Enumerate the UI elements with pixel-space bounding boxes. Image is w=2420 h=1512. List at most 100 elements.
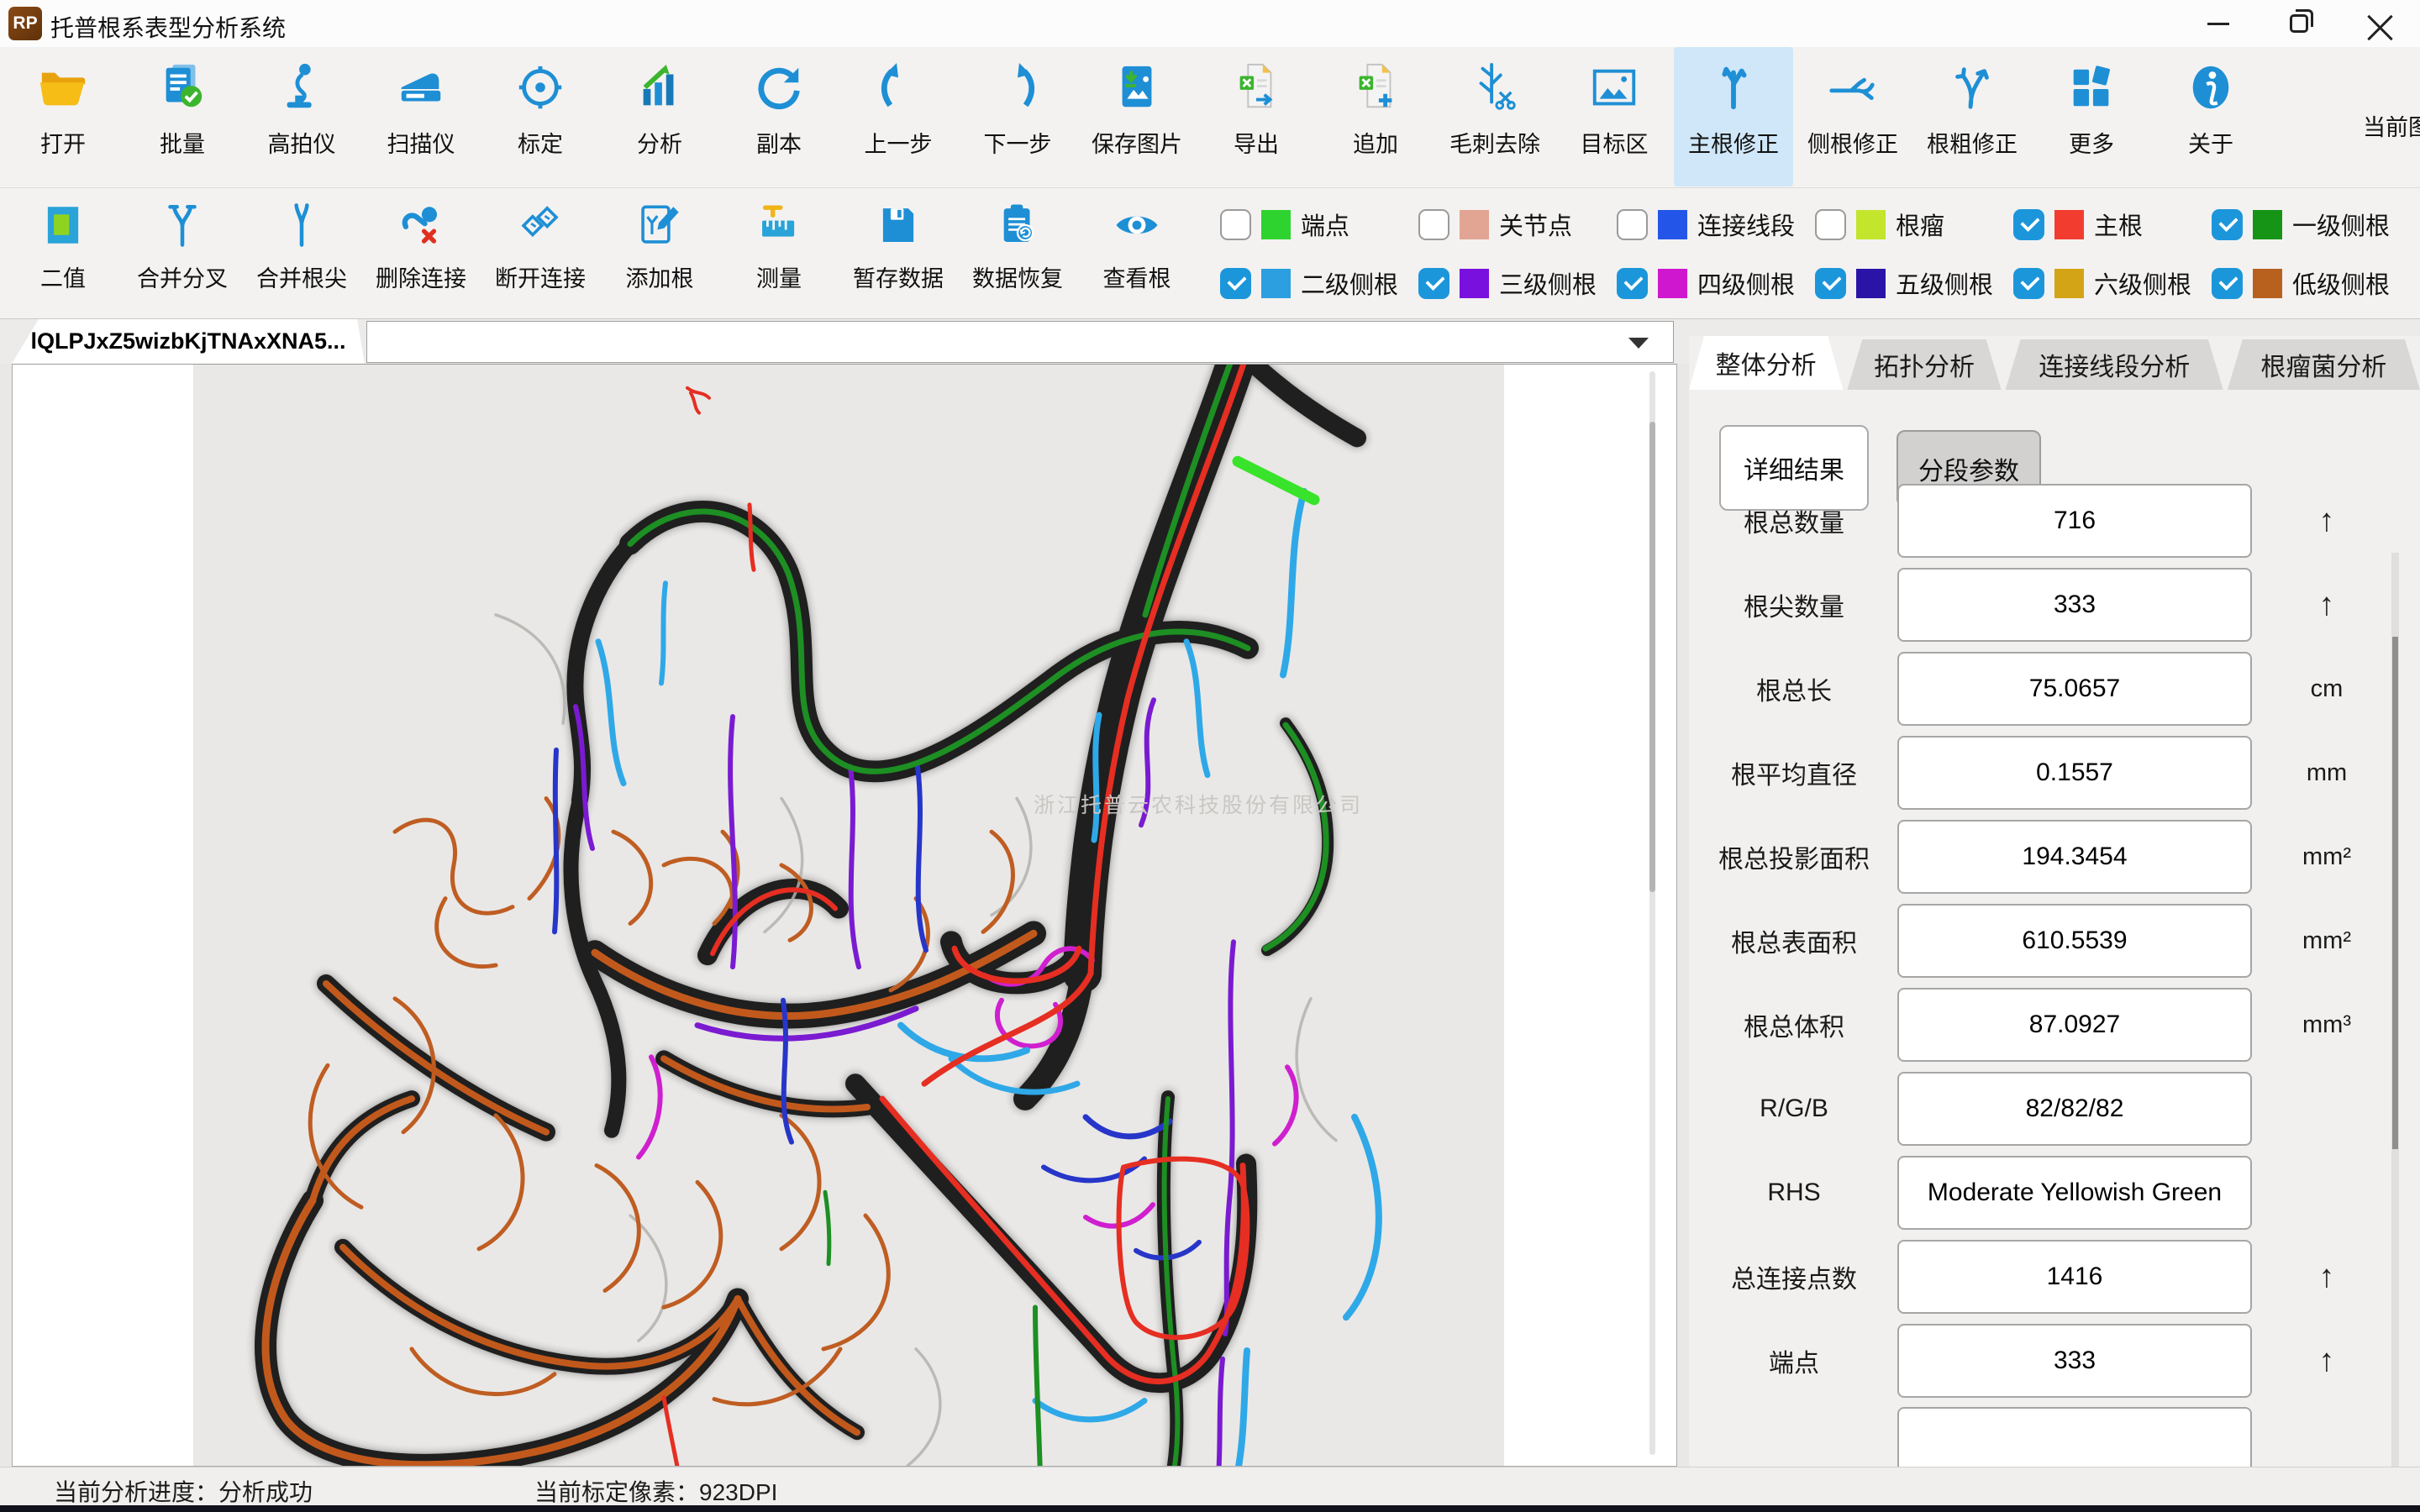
toolbar-lateral-root-fix[interactable]: 侧根修正	[1793, 47, 1912, 186]
document-selector-bar[interactable]	[366, 321, 1674, 363]
toolbar-burr-removal[interactable]: 毛刺去除	[1435, 47, 1555, 186]
field-input[interactable]: 0.1557	[1897, 736, 2252, 810]
toolbar-root-thickness-fix[interactable]: 根粗修正	[1912, 47, 2032, 186]
toolbar-more[interactable]: 更多	[2032, 47, 2151, 186]
export-excel-icon	[1229, 60, 1283, 114]
legend-item-lateral-6[interactable]: 六级侧根	[2013, 265, 2212, 301]
toolbar-data-restore[interactable]: 数据恢复	[958, 188, 1077, 318]
restore-button[interactable]	[2259, 0, 2339, 47]
checkbox-joint-point[interactable]	[1418, 209, 1449, 240]
checkbox-main-root[interactable]	[2013, 209, 2044, 240]
legend-item-lateral-5[interactable]: 五级侧根	[1815, 265, 2013, 301]
toolbar-save-image[interactable]: 保存图片	[1077, 47, 1197, 186]
toolbar-target-area[interactable]: 目标区	[1555, 47, 1674, 186]
legend-item-nodule[interactable]: 根瘤	[1815, 207, 2013, 242]
root-legend: 端点 关节点连接线段根瘤主根一级侧根 二级侧根三级侧根四级侧根五级侧根六级侧根低级…	[1220, 193, 2420, 318]
field-row-1: 根总数量716↑	[1689, 484, 2420, 558]
canvas-vertical-scrollbar[interactable]	[1649, 371, 1655, 1455]
toolbar-calibrate[interactable]: 标定	[481, 47, 600, 186]
toolbar-main-root-fix[interactable]: 主根修正	[1674, 47, 1793, 186]
toolbar-disconnect[interactable]: 断开连接	[481, 188, 600, 318]
toolbar-save-data[interactable]: 暂存数据	[839, 188, 958, 318]
toolbar-label: 打开	[40, 126, 86, 159]
panel-tab-4[interactable]: 根瘤菌分析	[2228, 339, 2420, 390]
document-tab[interactable]: lQLPJxZ5wizbKjTNAxXNA5...	[12, 319, 365, 364]
toolbar-redo[interactable]: 下一步	[958, 47, 1077, 186]
canvas-scrollbar-thumb[interactable]	[1649, 422, 1655, 892]
close-button[interactable]	[2339, 0, 2420, 47]
field-input[interactable]: 716	[1897, 484, 2252, 558]
root-trace-art	[193, 365, 1504, 1466]
legend-item-lateral-1[interactable]: 一级侧根	[2212, 207, 2410, 242]
field-input[interactable]: 610.5539	[1897, 904, 2252, 978]
bottom-edge-strip	[0, 1505, 2420, 1512]
toolbar-label: 保存图片	[1092, 126, 1182, 159]
toolbar-label: 查看根	[1103, 260, 1171, 293]
toolbar-open-folder[interactable]: 打开	[3, 47, 123, 186]
legend-item-lateral-2[interactable]: 二级侧根	[1220, 265, 1418, 301]
toolbar-binary[interactable]: 二值	[3, 188, 123, 318]
panel-tab-2[interactable]: 拓扑分析	[1847, 339, 2001, 390]
checkbox-connect-segment[interactable]	[1617, 209, 1648, 240]
field-input[interactable]: 87.0927	[1897, 988, 2252, 1062]
field-input[interactable]: Moderate Yellowish Green	[1897, 1156, 2252, 1230]
toolbar-append-excel[interactable]: 追加	[1316, 47, 1435, 186]
toolbar-batch[interactable]: 批量	[123, 47, 242, 186]
copy-up-arrow-icon[interactable]: ↑	[2264, 1324, 2390, 1398]
checkbox-lateral-4[interactable]	[1617, 268, 1648, 299]
legend-item-joint-point[interactable]: 关节点	[1418, 207, 1617, 242]
toolbar-doc-camera[interactable]: 高拍仪	[242, 47, 361, 186]
legend-item-lateral-4[interactable]: 四级侧根	[1617, 265, 1815, 301]
copy-up-arrow-icon[interactable]: ↑	[2264, 568, 2390, 642]
toolbar-merge-fork[interactable]: 合并分叉	[123, 188, 242, 318]
legend-item-main-root[interactable]: 主根	[2013, 207, 2212, 242]
field-input[interactable]: 82/82/82	[1897, 1072, 2252, 1146]
field-input[interactable]: 194.3454	[1897, 820, 2252, 894]
toolbar-view-root[interactable]: 查看根	[1077, 188, 1197, 318]
panel-vscroll-thumb[interactable]	[2392, 637, 2398, 1149]
toolbar-scanner[interactable]: 扫描仪	[361, 47, 481, 186]
copy-up-arrow-icon[interactable]: ↑	[2264, 484, 2390, 558]
field-input[interactable]: 75.0657	[1897, 652, 2252, 726]
legend-item-connect-segment[interactable]: 连接线段	[1617, 207, 1815, 242]
checkbox-lateral-5[interactable]	[1815, 268, 1846, 299]
image-canvas[interactable]: 浙江托普云农科技股份有限公司	[12, 364, 1677, 1467]
tab-list-dropdown-icon[interactable]	[1628, 338, 1649, 349]
copy-up-arrow-icon[interactable]: ↑	[2264, 1240, 2390, 1314]
toolbar-about-info[interactable]: 关于	[2151, 47, 2270, 186]
field-unit: mm²	[2264, 904, 2390, 978]
window-controls	[2178, 0, 2420, 47]
checkbox-lateral-6[interactable]	[2013, 268, 2044, 299]
field-input-partial[interactable]	[1897, 1407, 2252, 1469]
toolbar-undo[interactable]: 上一步	[839, 47, 958, 186]
panel-tab-3[interactable]: 连接线段分析	[2006, 339, 2223, 390]
root-image-canvas[interactable]: 浙江托普云农科技股份有限公司	[193, 365, 1504, 1466]
checkbox-lateral-2[interactable]	[1220, 268, 1251, 299]
checkbox-endpoint[interactable]	[1220, 209, 1251, 240]
checkbox-lateral-1[interactable]	[2212, 209, 2243, 240]
legend-label-endpoint: 端点	[1301, 207, 1349, 242]
field-input[interactable]: 333	[1897, 1324, 2252, 1398]
legend-item-lateral-low[interactable]: 低级侧根	[2212, 265, 2410, 301]
field-input[interactable]: 333	[1897, 568, 2252, 642]
color-swatch-connect-segment	[1658, 210, 1687, 239]
analyze-icon	[633, 60, 687, 114]
toolbar-copy-refresh[interactable]: 副本	[719, 47, 839, 186]
panel-vertical-scrollbar[interactable]	[2391, 553, 2399, 1468]
toolbar-analyze[interactable]: 分析	[600, 47, 719, 186]
minimize-button[interactable]	[2178, 0, 2259, 47]
toolbar-delete-connection[interactable]: 删除连接	[361, 188, 481, 318]
legend-item-lateral-3[interactable]: 三级侧根	[1418, 265, 1617, 301]
toolbar-merge-tip[interactable]: 合并根尖	[242, 188, 361, 318]
field-row-3: 根总长75.0657cm	[1689, 652, 2420, 726]
checkbox-nodule[interactable]	[1815, 209, 1846, 240]
toolbar-measure[interactable]: 测量	[719, 188, 839, 318]
legend-item-endpoint[interactable]: 端点	[1220, 207, 1418, 242]
field-input[interactable]: 1416	[1897, 1240, 2252, 1314]
minimize-icon	[2207, 23, 2229, 25]
checkbox-lateral-3[interactable]	[1418, 268, 1449, 299]
toolbar-export-excel[interactable]: 导出	[1197, 47, 1316, 186]
panel-tab-1[interactable]: 整体分析	[1689, 336, 1843, 390]
checkbox-lateral-low[interactable]	[2212, 268, 2243, 299]
toolbar-add-root[interactable]: 添加根	[600, 188, 719, 318]
